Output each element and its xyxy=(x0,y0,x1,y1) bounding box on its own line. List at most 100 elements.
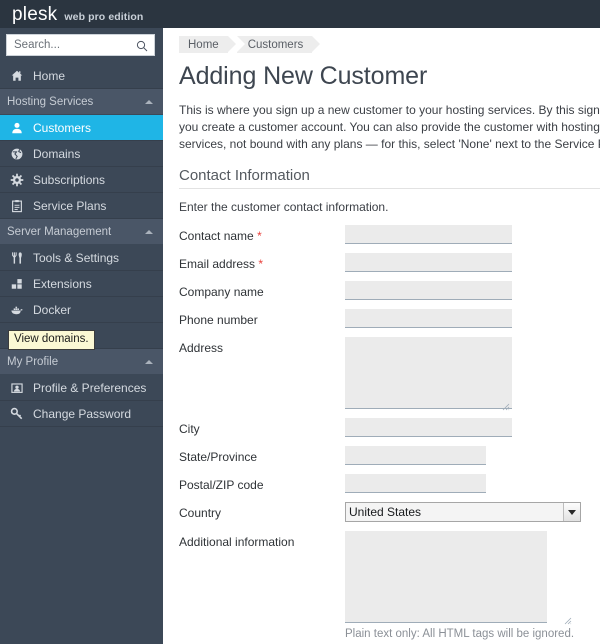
company-name-input[interactable] xyxy=(345,281,512,301)
sidebar-item-service-plans[interactable]: Service Plans xyxy=(0,193,163,219)
sidebar-item-docker[interactable]: Docker xyxy=(0,297,163,323)
search-box[interactable] xyxy=(6,34,155,56)
label-state-province: State/Province xyxy=(179,450,258,465)
home-icon xyxy=(9,68,25,84)
top-bar: plesk web pro edition xyxy=(0,0,600,31)
sidebar-item-subscriptions[interactable]: Subscriptions xyxy=(0,167,163,193)
key-icon xyxy=(9,406,25,422)
blocks-icon xyxy=(9,276,25,292)
page-description: This is where you sign up a new customer… xyxy=(179,103,600,152)
form-row-city: City xyxy=(179,418,600,438)
label-additional-information: Additional information xyxy=(179,535,295,550)
address-textarea[interactable] xyxy=(345,337,512,410)
address-textarea-holder xyxy=(345,337,512,411)
logo-edition-label: web pro edition xyxy=(64,10,144,23)
form-row-address: Address xyxy=(179,337,600,411)
form-row-contact-name: Contact name * xyxy=(179,225,600,245)
form-row-company-name: Company name xyxy=(179,281,600,301)
sidebar-item-domains[interactable]: Domains xyxy=(0,141,163,167)
country-select-wrap[interactable]: United States xyxy=(345,502,581,523)
docker-whale-icon xyxy=(9,302,25,318)
country-select[interactable]: United States xyxy=(345,502,581,523)
sidebar-item-change-password[interactable]: Change Password xyxy=(0,401,163,427)
breadcrumb-label: Home xyxy=(188,38,219,51)
breadcrumb-item-customers[interactable]: Customers xyxy=(236,36,320,53)
sidebar-group-hosting-services[interactable]: Hosting Services xyxy=(0,89,163,115)
form-row-state-province: State/Province xyxy=(179,446,600,466)
additional-information-hint: Plain text only: All HTML tags will be i… xyxy=(345,628,575,641)
caret-up-icon[interactable] xyxy=(145,99,153,104)
breadcrumb: Home Customers xyxy=(179,36,600,53)
label-contact-name: Contact name * xyxy=(179,225,345,243)
additional-information-group: Plain text only: All HTML tags will be i… xyxy=(345,531,574,640)
sidebar-item-label: Tools & Settings xyxy=(33,250,120,265)
contact-name-input[interactable] xyxy=(345,225,512,245)
required-asterisk: * xyxy=(257,229,262,244)
user-icon xyxy=(9,120,25,136)
sidebar-item-label: Customers xyxy=(33,120,92,135)
breadcrumb-item-home[interactable]: Home xyxy=(179,36,236,53)
sidebar-group-label: Hosting Services xyxy=(7,95,94,108)
sidebar-item-tools-settings[interactable]: Tools & Settings xyxy=(0,245,163,271)
sidebar-search-row xyxy=(0,28,163,63)
sidebar-item-label: Extensions xyxy=(33,276,92,291)
caret-up-icon[interactable] xyxy=(145,359,153,364)
plesk-logo[interactable]: plesk web pro edition xyxy=(10,3,144,31)
form-row-country: Country United States xyxy=(179,502,600,523)
required-asterisk: * xyxy=(258,257,264,272)
label-country: Country xyxy=(179,506,222,521)
sidebar-item-customers[interactable]: Customers xyxy=(0,115,163,141)
label-text: Contact name xyxy=(179,229,254,244)
tools-icon xyxy=(9,250,25,266)
sidebar-group-server-management[interactable]: Server Management xyxy=(0,219,163,245)
city-input[interactable] xyxy=(345,418,512,438)
additional-textarea-holder xyxy=(345,531,574,625)
form-row-postal-zip-code: Postal/ZIP code xyxy=(179,474,600,494)
sidebar-item-home[interactable]: Home xyxy=(0,63,163,89)
postal-zip-code-input[interactable] xyxy=(345,474,486,494)
caret-up-icon[interactable] xyxy=(145,229,153,234)
section-note-contact: Enter the customer contact information. xyxy=(179,200,389,215)
sidebar-item-extensions[interactable]: Extensions xyxy=(0,271,163,297)
sidebar-item-label: Domains xyxy=(33,146,81,161)
label-email-address: Email address * xyxy=(179,253,345,271)
tooltip-view-domains: View domains. xyxy=(8,330,95,351)
label-text: Email address xyxy=(179,257,256,272)
label-address: Address xyxy=(179,341,224,356)
sidebar-item-label: Service Plans xyxy=(33,198,107,213)
label-company-name: Company name xyxy=(179,285,264,300)
sidebar-group-label: My Profile xyxy=(7,355,59,368)
search-icon[interactable] xyxy=(136,39,148,52)
phone-number-input[interactable] xyxy=(345,309,512,329)
label-city: City xyxy=(179,422,200,437)
sidebar-item-label: Profile & Preferences xyxy=(33,380,147,395)
profile-icon xyxy=(9,380,25,396)
globe-icon xyxy=(9,146,25,162)
email-address-input[interactable] xyxy=(345,253,512,273)
gear-icon xyxy=(9,172,25,188)
search-input[interactable] xyxy=(7,35,154,55)
sidebar-item-label: Subscriptions xyxy=(33,172,106,187)
section-heading-contact-information: Contact Information xyxy=(179,167,600,190)
label-postal-zip-code: Postal/ZIP code xyxy=(179,478,264,493)
sidebar-item-label: Home xyxy=(33,68,66,83)
logo-text: plesk xyxy=(12,3,58,25)
clipboard-icon xyxy=(9,198,25,214)
main-content: Home Customers Adding New Customer This … xyxy=(163,28,600,644)
state-province-input[interactable] xyxy=(345,446,486,466)
page-title: Adding New Customer xyxy=(179,62,428,90)
sidebar-item-label: Change Password xyxy=(33,406,132,421)
sidebar-item-label: Docker xyxy=(33,302,72,317)
sidebar-group-label: Server Management xyxy=(7,225,112,238)
sidebar-group-my-profile[interactable]: My Profile xyxy=(0,349,163,375)
breadcrumb-label: Customers xyxy=(247,38,304,51)
sidebar-item-profile-preferences[interactable]: Profile & Preferences xyxy=(0,375,163,401)
additional-information-textarea[interactable] xyxy=(345,531,547,624)
resize-grip-icon[interactable] xyxy=(564,612,572,625)
form-row-additional-information: Additional information Plain text only: … xyxy=(179,531,600,640)
resize-grip-icon[interactable] xyxy=(502,398,510,411)
form-row-phone-number: Phone number xyxy=(179,309,600,329)
label-phone-number: Phone number xyxy=(179,313,258,328)
plesk-admin-page: plesk web pro edition Search... Home Hos… xyxy=(0,0,600,644)
contact-form: Contact name * Email address * Company n… xyxy=(179,225,600,640)
